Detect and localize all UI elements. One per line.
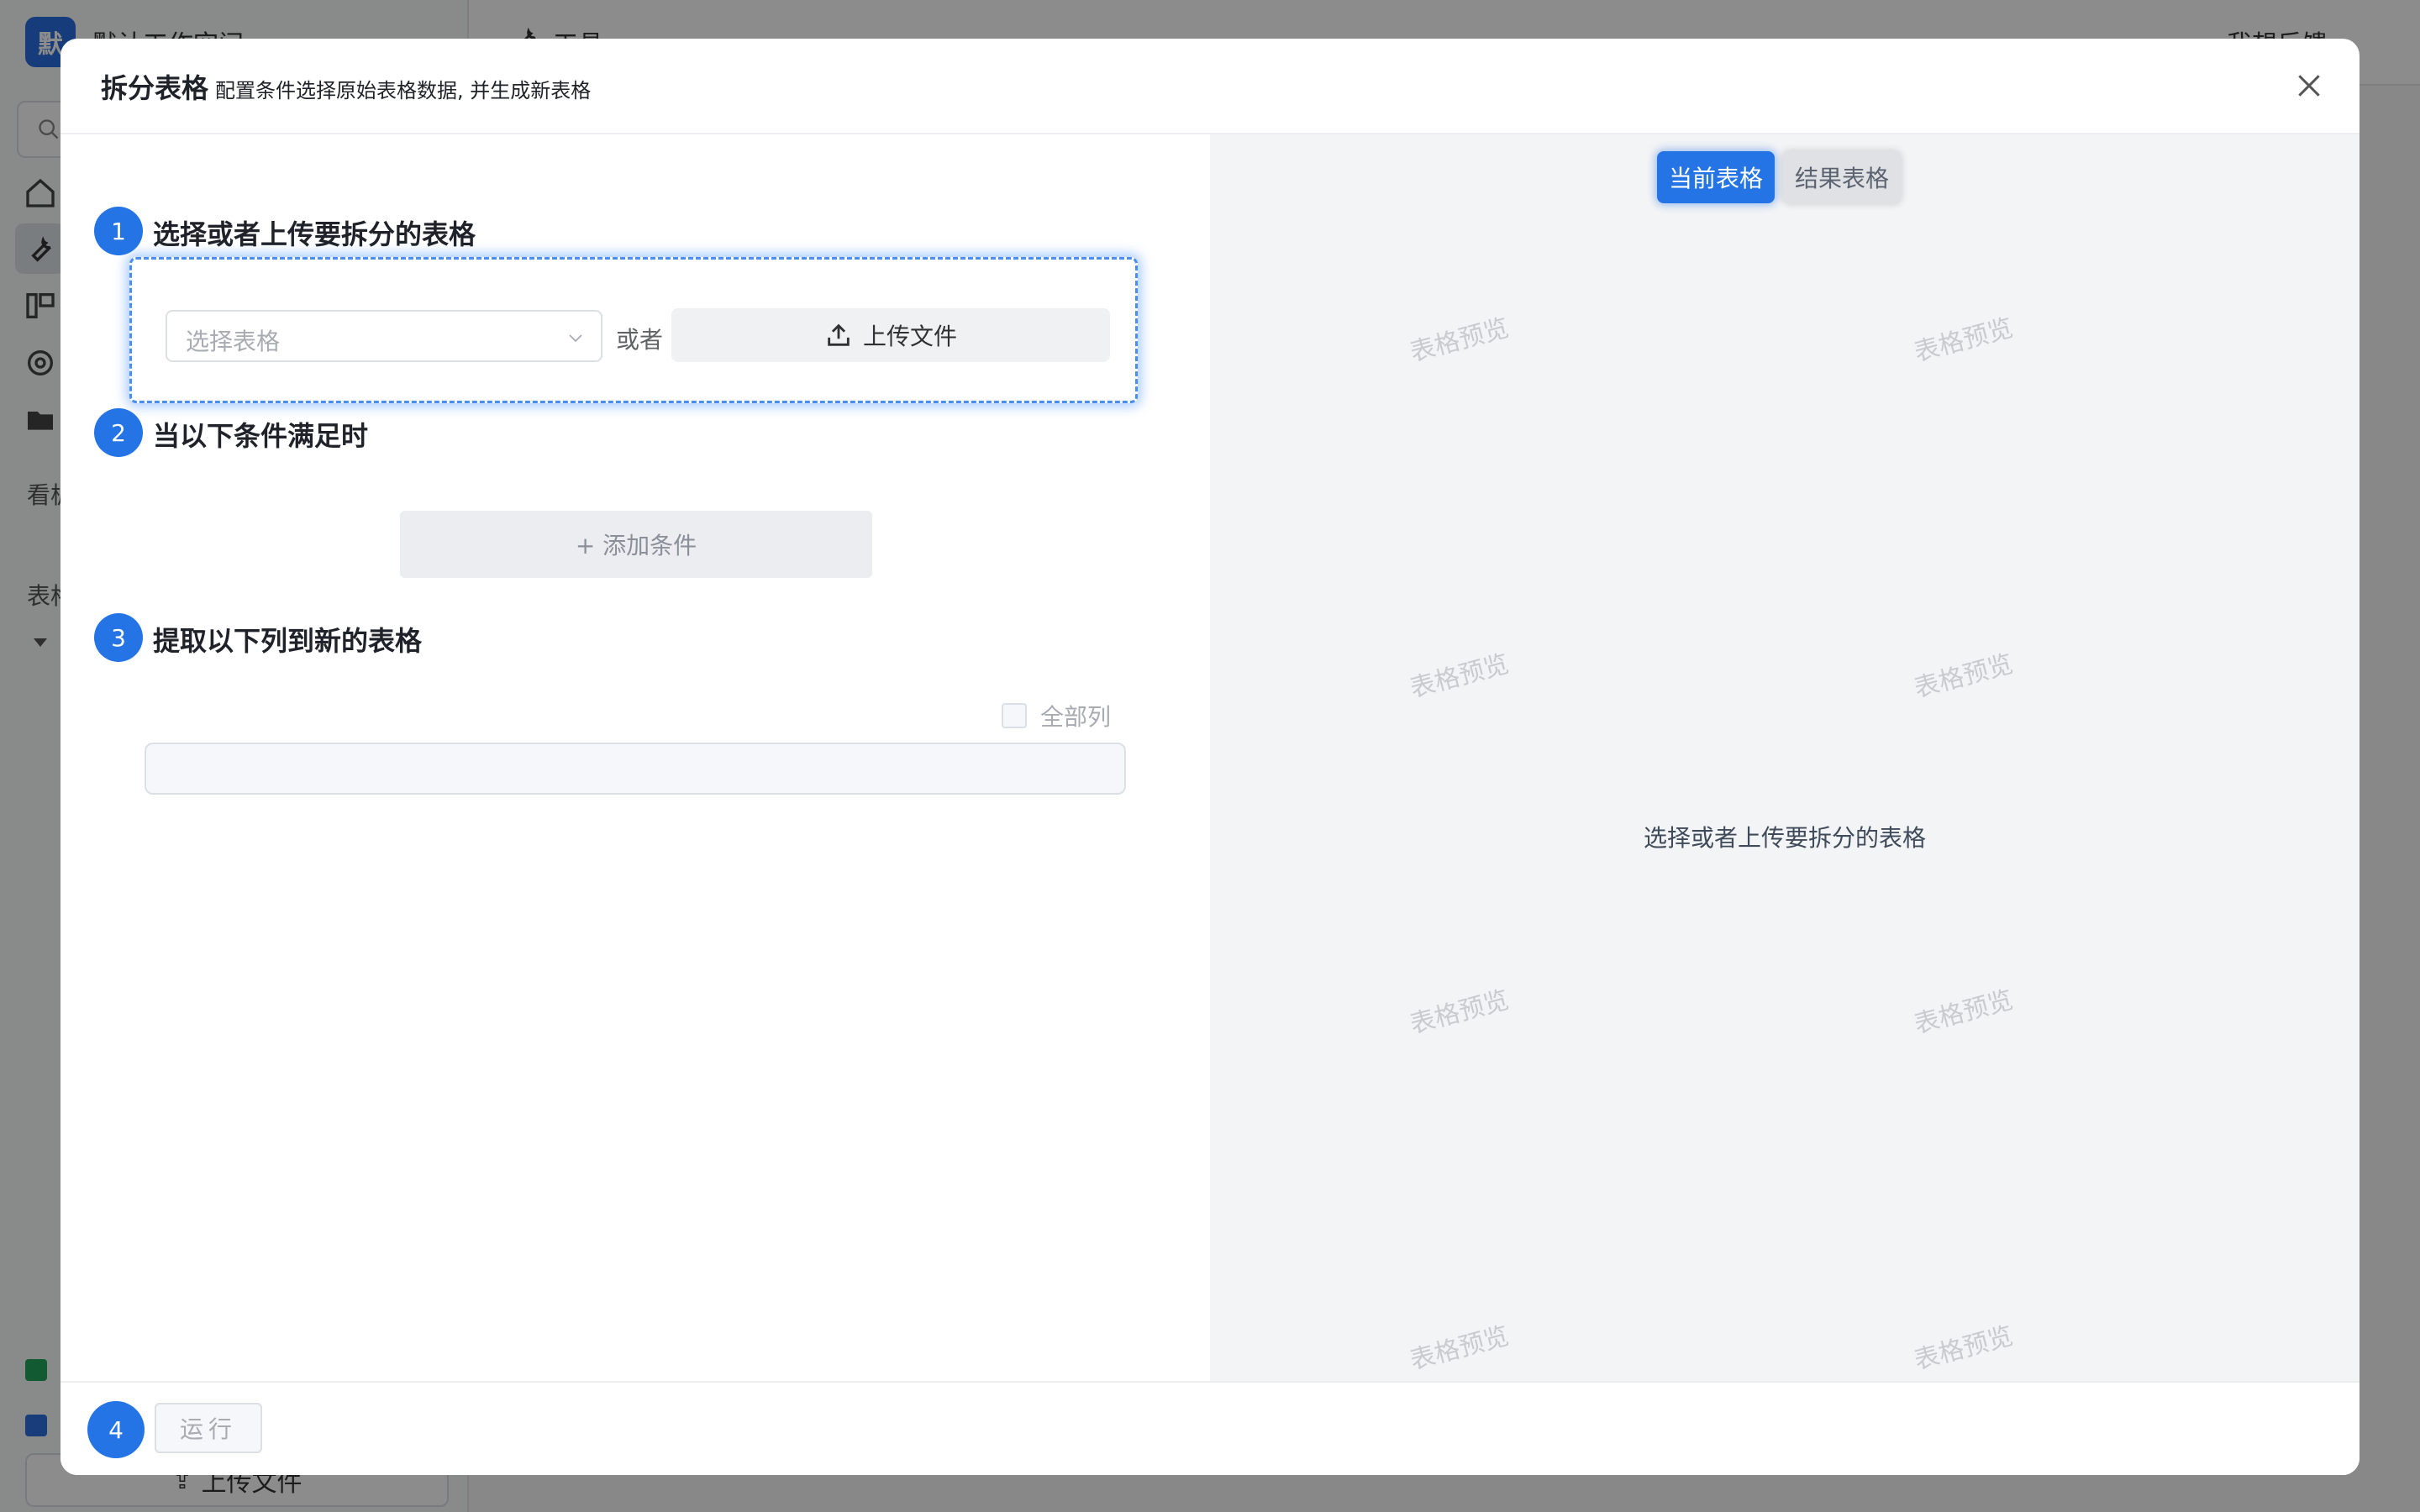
- all-columns-label: 全部列: [1040, 703, 1112, 731]
- columns-select[interactable]: [145, 743, 1126, 795]
- step-4-badge: 4: [87, 1401, 145, 1458]
- step-3-title: 提取以下列到新的表格: [153, 625, 423, 657]
- watermark: 表格预览: [1407, 984, 1512, 1040]
- preview-pane: 当前表格 结果表格 表格预览 表格预览 表格预览 表格预览 表格预览 表格预览 …: [1210, 134, 2360, 1381]
- step-2-badge: 2: [94, 408, 143, 457]
- close-icon[interactable]: [2292, 69, 2326, 102]
- watermark: 表格预览: [1407, 648, 1512, 704]
- watermark: 表格预览: [1911, 984, 2017, 1040]
- dialog-subtitle: 配置条件选择原始表格数据, 并生成新表格: [215, 79, 592, 102]
- watermark: 表格预览: [1911, 312, 2017, 368]
- table-source-dropzone[interactable]: 选择表格 或者 上传文件: [129, 257, 1138, 403]
- watermark: 表格预览: [1911, 648, 2017, 704]
- dialog-title: 拆分表格: [101, 72, 209, 104]
- checkbox[interactable]: [1002, 703, 1027, 728]
- step-1-title: 选择或者上传要拆分的表格: [153, 218, 476, 250]
- upload-icon: [828, 323, 850, 346]
- step-1-badge: 1: [94, 207, 143, 255]
- run-button[interactable]: 运行: [155, 1403, 262, 1453]
- step-3-badge: 3: [94, 613, 143, 662]
- tab-result-table[interactable]: 结果表格: [1783, 151, 1902, 203]
- all-columns-checkbox[interactable]: 全部列: [1002, 699, 1111, 732]
- select-table-placeholder: 选择表格: [186, 328, 281, 355]
- select-table-dropdown[interactable]: 选择表格: [166, 310, 602, 362]
- chevron-down-icon: [569, 334, 582, 343]
- config-pane: 1 选择或者上传要拆分的表格 选择表格 或者 上传文件 2 当以下条件满足时 +…: [60, 134, 1210, 1381]
- upload-file-label: 上传文件: [862, 323, 957, 350]
- preview-empty-message: 选择或者上传要拆分的表格: [1643, 824, 1926, 852]
- dialog-header: 拆分表格 配置条件选择原始表格数据, 并生成新表格: [60, 39, 2360, 134]
- dialog-footer: 4 运行: [60, 1381, 2360, 1475]
- add-condition-button[interactable]: + 添加条件: [400, 511, 872, 578]
- upload-file-button[interactable]: 上传文件: [671, 308, 1110, 362]
- watermark: 表格预览: [1407, 1320, 1512, 1376]
- tab-current-table[interactable]: 当前表格: [1657, 151, 1776, 203]
- preview-tabs: 当前表格 结果表格: [1657, 151, 1902, 203]
- split-table-dialog: 拆分表格 配置条件选择原始表格数据, 并生成新表格 1 选择或者上传要拆分的表格…: [60, 39, 2360, 1475]
- step-2-title: 当以下条件满足时: [153, 420, 369, 452]
- watermark: 表格预览: [1407, 312, 1512, 368]
- or-label: 或者: [616, 326, 664, 354]
- watermark: 表格预览: [1911, 1320, 2017, 1376]
